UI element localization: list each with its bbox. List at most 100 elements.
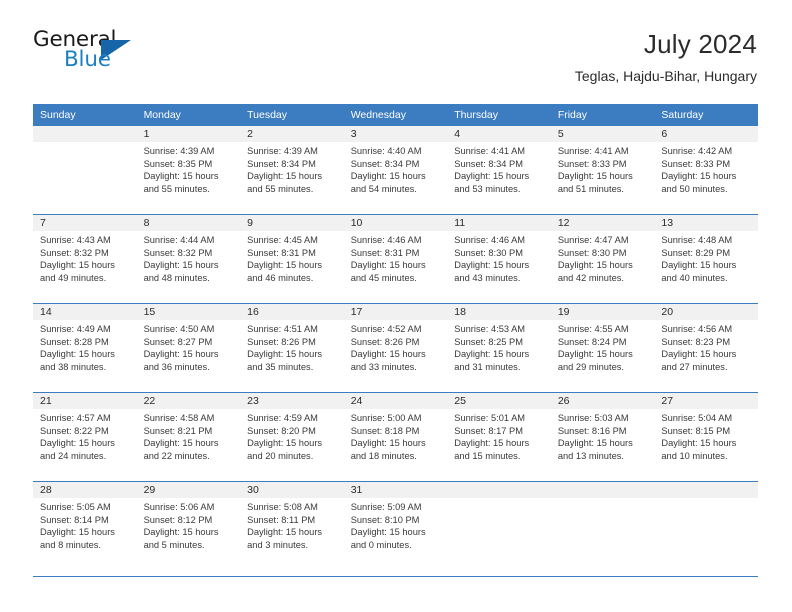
day-number[interactable]: 23	[240, 393, 344, 409]
page-header: General Blue July 2024 Teglas, Hajdu-Bih…	[33, 28, 757, 96]
day-number[interactable]: 7	[33, 215, 137, 231]
day-sunrise-text: Sunrise: 4:57 AM	[40, 413, 111, 423]
day-number[interactable]: 19	[550, 304, 655, 320]
day-daylight-1-text: Daylight: 15 hours	[143, 527, 219, 538]
day-cell[interactable]: Sunrise: 4:50 AM Sunset: 8:27 PM Daylight:…	[136, 320, 241, 392]
day-number[interactable]: 27	[654, 393, 758, 409]
day-cell[interactable]: Sunrise: 4:47 AM Sunset: 8:30 PM Daylight:…	[550, 231, 655, 303]
day-sunset-text: Sunset: 8:21 PM	[143, 425, 213, 436]
day-number[interactable]: 1	[136, 126, 241, 142]
day-sunset-text: Sunset: 8:33 PM	[661, 158, 731, 169]
day-sunset-text: Sunset: 8:18 PM	[350, 425, 420, 436]
day-cell[interactable]: Sunrise: 5:09 AM Sunset: 8:10 PM Daylight:…	[343, 498, 448, 570]
day-cell[interactable]: Sunrise: 5:01 AM Sunset: 8:17 PM Daylight:…	[447, 409, 551, 481]
day-cell[interactable]: Sunrise: 4:41 AM Sunset: 8:34 PM Daylight:…	[447, 142, 551, 214]
day-cell[interactable]: Sunrise: 4:45 AM Sunset: 8:31 PM Daylight:…	[240, 231, 344, 303]
day-sunrise-text: Sunrise: 4:51 AM	[247, 324, 318, 334]
day-sunset-text: Sunset: 8:31 PM	[350, 247, 420, 258]
day-sunrise-text: Sunrise: 4:44 AM	[143, 235, 215, 245]
day-cell[interactable]: Sunrise: 5:08 AM Sunset: 8:11 PM Daylight:…	[240, 498, 344, 570]
day-cell[interactable]: Sunrise: 4:46 AM Sunset: 8:30 PM Daylight:…	[447, 231, 551, 303]
day-number[interactable]: 25	[447, 393, 551, 409]
day-cell[interactable]: Sunrise: 5:06 AM Sunset: 8:12 PM Daylight:…	[136, 498, 241, 570]
day-sunrise-text: Sunrise: 5:06 AM	[143, 502, 215, 512]
day-number[interactable]: 16	[240, 304, 344, 320]
day-number[interactable]: 28	[33, 482, 137, 498]
day-sunrise-text: Sunrise: 5:01 AM	[454, 413, 526, 423]
day-number[interactable]: 26	[550, 393, 655, 409]
day-number[interactable]: 3	[343, 126, 448, 142]
day-daylight-1-text: Daylight: 15 hours	[350, 438, 426, 449]
day-number[interactable]: 22	[136, 393, 241, 409]
day-cell[interactable]: Sunrise: 4:52 AM Sunset: 8:26 PM Daylight:…	[343, 320, 448, 392]
day-cell[interactable]: Sunrise: 5:03 AM Sunset: 8:16 PM Daylight:…	[550, 409, 655, 481]
day-cell[interactable]: Sunrise: 4:41 AM Sunset: 8:33 PM Daylight:…	[550, 142, 655, 214]
day-sunrise-text: Sunrise: 4:53 AM	[454, 324, 526, 334]
weekday-header-sunday: Sunday	[33, 104, 137, 126]
day-number[interactable]: 21	[33, 393, 137, 409]
day-daylight-2-text: and 3 minutes.	[247, 539, 309, 550]
day-number[interactable]: 6	[654, 126, 758, 142]
day-cell[interactable]: Sunrise: 5:04 AM Sunset: 8:15 PM Daylight:…	[654, 409, 758, 481]
general-blue-logo[interactable]: General Blue	[33, 28, 138, 78]
day-cell[interactable]: Sunrise: 4:55 AM Sunset: 8:24 PM Daylight:…	[550, 320, 655, 392]
day-number[interactable]: 29	[136, 482, 241, 498]
day-cell[interactable]: Sunrise: 4:39 AM Sunset: 8:34 PM Daylight:…	[240, 142, 344, 214]
day-sunset-text: Sunset: 8:34 PM	[350, 158, 420, 169]
day-number-empty	[447, 482, 551, 498]
day-cell[interactable]: Sunrise: 4:44 AM Sunset: 8:32 PM Daylight:…	[136, 231, 241, 303]
day-sunset-text: Sunset: 8:26 PM	[247, 336, 316, 347]
day-cell[interactable]: Sunrise: 4:59 AM Sunset: 8:20 PM Daylight:…	[240, 409, 344, 481]
day-cell[interactable]: Sunrise: 4:58 AM Sunset: 8:21 PM Daylight:…	[136, 409, 241, 481]
day-number-row: 123456	[33, 126, 758, 142]
day-cell[interactable]: Sunrise: 4:53 AM Sunset: 8:25 PM Daylight:…	[447, 320, 551, 392]
day-number[interactable]: 30	[240, 482, 344, 498]
day-number[interactable]: 14	[33, 304, 137, 320]
day-number[interactable]: 4	[447, 126, 551, 142]
day-daylight-1-text: Daylight: 15 hours	[143, 260, 219, 271]
day-number[interactable]: 11	[447, 215, 551, 231]
day-cell[interactable]: Sunrise: 4:48 AM Sunset: 8:29 PM Daylight:…	[654, 231, 758, 303]
day-cell[interactable]: Sunrise: 4:57 AM Sunset: 8:22 PM Daylight:…	[33, 409, 137, 481]
day-number[interactable]: 10	[343, 215, 448, 231]
day-number[interactable]: 15	[136, 304, 241, 320]
day-sunrise-text: Sunrise: 4:41 AM	[454, 146, 526, 156]
day-sunset-text: Sunset: 8:12 PM	[143, 514, 213, 525]
day-number[interactable]: 31	[343, 482, 448, 498]
day-cell[interactable]: Sunrise: 4:46 AM Sunset: 8:31 PM Daylight:…	[343, 231, 448, 303]
day-cell[interactable]: Sunrise: 4:56 AM Sunset: 8:23 PM Daylight:…	[654, 320, 758, 392]
day-cell[interactable]: Sunrise: 4:49 AM Sunset: 8:28 PM Daylight:…	[33, 320, 137, 392]
day-number[interactable]: 12	[550, 215, 655, 231]
day-daylight-2-text: and 48 minutes.	[143, 272, 210, 283]
day-number[interactable]: 13	[654, 215, 758, 231]
day-cell[interactable]: Sunrise: 4:39 AM Sunset: 8:35 PM Daylight:…	[136, 142, 241, 214]
day-daylight-1-text: Daylight: 15 hours	[661, 260, 737, 271]
day-sunset-text: Sunset: 8:35 PM	[143, 158, 213, 169]
day-number[interactable]: 9	[240, 215, 344, 231]
day-sunrise-text: Sunrise: 4:47 AM	[557, 235, 629, 245]
day-daylight-2-text: and 51 minutes.	[557, 183, 624, 194]
day-number[interactable]: 2	[240, 126, 344, 142]
day-sunset-text: Sunset: 8:33 PM	[557, 158, 627, 169]
day-detail-row: Sunrise: 4:39 AM Sunset: 8:35 PM Daylight:…	[33, 142, 758, 214]
day-number[interactable]: 20	[654, 304, 758, 320]
day-number[interactable]: 18	[447, 304, 551, 320]
weekday-header-tuesday: Tuesday	[240, 104, 344, 126]
day-cell[interactable]: Sunrise: 5:05 AM Sunset: 8:14 PM Daylight:…	[33, 498, 137, 570]
day-daylight-1-text: Daylight: 15 hours	[247, 438, 323, 449]
calendar-header-row: Sunday Monday Tuesday Wednesday Thursday…	[33, 104, 758, 126]
day-number[interactable]: 24	[343, 393, 448, 409]
day-daylight-1-text: Daylight: 15 hours	[350, 171, 426, 182]
day-cell[interactable]: Sunrise: 4:51 AM Sunset: 8:26 PM Daylight:…	[240, 320, 344, 392]
day-cell[interactable]: Sunrise: 5:00 AM Sunset: 8:18 PM Daylight:…	[343, 409, 448, 481]
day-number-row: 21 22 23 24 25 26 27	[33, 393, 758, 409]
day-number[interactable]: 17	[343, 304, 448, 320]
day-daylight-1-text: Daylight: 15 hours	[557, 349, 633, 360]
day-cell[interactable]: Sunrise: 4:43 AM Sunset: 8:32 PM Daylight:…	[33, 231, 137, 303]
day-number[interactable]: 5	[550, 126, 655, 142]
day-cell[interactable]: Sunrise: 4:42 AM Sunset: 8:33 PM Daylight:…	[654, 142, 758, 214]
day-sunrise-text: Sunrise: 5:08 AM	[247, 502, 318, 512]
day-number-empty	[654, 482, 758, 498]
day-cell[interactable]: Sunrise: 4:40 AM Sunset: 8:34 PM Daylight:…	[343, 142, 448, 214]
day-number[interactable]: 8	[136, 215, 241, 231]
